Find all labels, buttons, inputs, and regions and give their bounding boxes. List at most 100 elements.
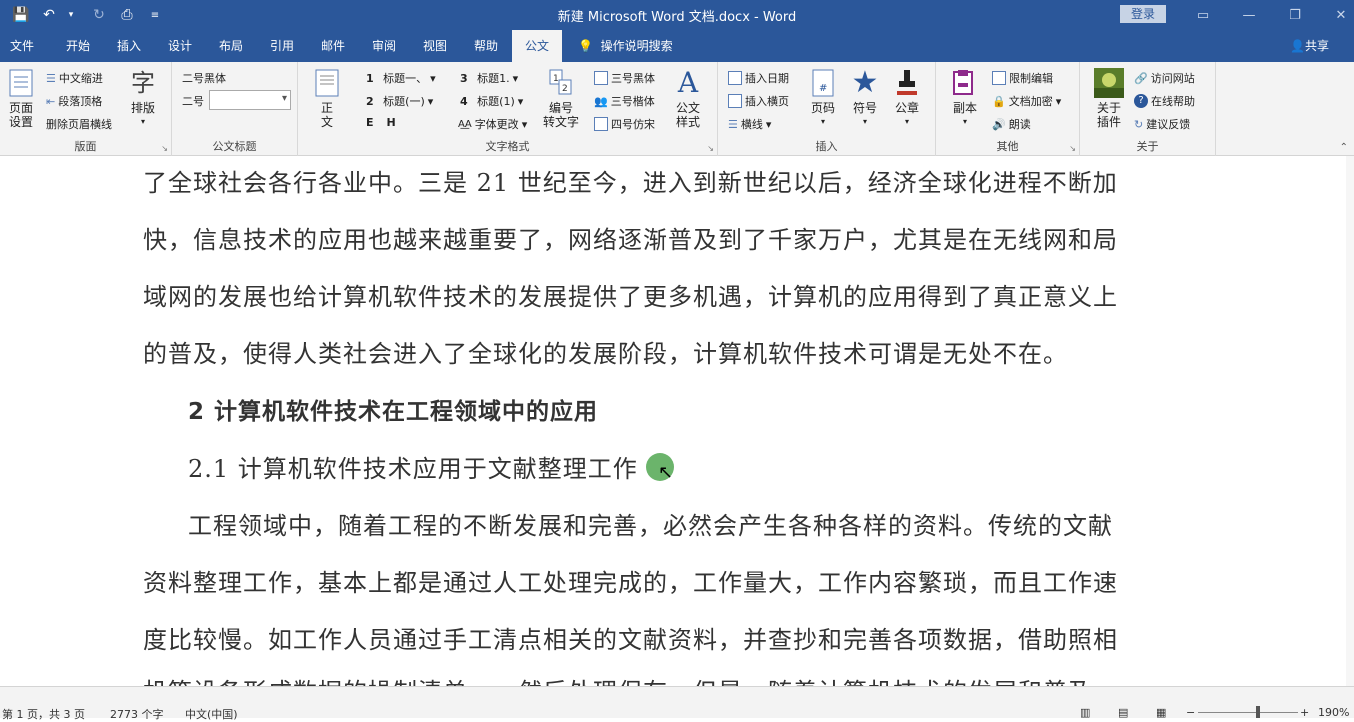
heading-section-2[interactable]: 2 计算机软件技术在工程领域中的应用 (188, 392, 598, 426)
heading2-button[interactable]: 2 标题(一) ▾ (366, 93, 433, 109)
tab-gongwen[interactable]: 公文 (512, 30, 562, 62)
title-size-combo[interactable] (209, 90, 291, 110)
align-buttons[interactable]: Ε H (366, 116, 396, 129)
vertical-scrollbar[interactable] (1346, 156, 1354, 686)
online-help-button[interactable]: ? 在线帮助 (1134, 93, 1195, 109)
web-layout-icon[interactable]: ▦ (1156, 706, 1166, 719)
zhengwen-button[interactable]: 正 文 (312, 68, 342, 129)
style-a-icon: A (677, 66, 699, 99)
align-e-icon[interactable]: Ε (366, 116, 374, 129)
collapse-ribbon-icon[interactable]: ⌃ (1340, 142, 1348, 153)
align-h-icon[interactable]: H (387, 116, 396, 129)
about-plugin-button[interactable]: 关于 插件 (1090, 68, 1128, 129)
insert-landscape-button[interactable]: 插入横页 (728, 93, 789, 109)
minimize-icon[interactable]: — (1226, 0, 1272, 30)
heading3-button[interactable]: 3 标题1. ▾ (460, 70, 518, 86)
body-line[interactable]: 域网的发展也给计算机软件技术的发展提供了更多机遇，计算机的应用得到了真正意义上 (143, 277, 1118, 312)
share-button[interactable]: 👤共享 (1290, 30, 1329, 62)
zoom-slider[interactable] (1198, 712, 1298, 713)
heading2-label: 标题(一) (383, 95, 425, 108)
tell-me-search[interactable]: 💡 操作说明搜索 (578, 30, 673, 62)
font3-button[interactable]: 四号仿宋 (594, 116, 655, 132)
hline-button[interactable]: ☰ 横线 ▾ (728, 116, 771, 132)
heading4-dropdown-icon: ▾ (517, 94, 524, 108)
body-line[interactable]: 工程领域中，随着工程的不断发展和完善，必然会产生各种各样的资料。传统的文献 (188, 506, 1113, 541)
heading1-button[interactable]: 1 标题一、 ▾ (366, 70, 436, 86)
feedback-button[interactable]: ↻ 建议反馈 (1134, 116, 1190, 132)
zhengwen-label: 正 文 (320, 101, 333, 129)
read-aloud-button[interactable]: 🔊 朗读 (992, 116, 1031, 132)
page-setup-button[interactable]: 页面 设置 (4, 68, 38, 129)
restrict-edit-button[interactable]: 限制编辑 (992, 70, 1053, 86)
seal-button[interactable]: 公章 ▾ (890, 68, 924, 129)
zi-icon: 字 (131, 69, 155, 97)
tab-references[interactable]: 引用 (256, 30, 308, 62)
doc-icon-2 (594, 117, 608, 131)
gongwen-style-button[interactable]: A 公文 样式 (670, 66, 706, 130)
page-count[interactable]: 第 1 页，共 3 页 (2, 706, 85, 722)
restore-icon[interactable]: ❐ (1272, 0, 1318, 30)
print-layout-icon[interactable]: ▤ (1118, 706, 1128, 719)
font1-label: 三号黑体 (611, 72, 655, 85)
paragraph-top-button[interactable]: ⇤ 段落顶格 (46, 93, 102, 109)
about-plugin-label: 关于 插件 (1096, 101, 1121, 129)
online-help-label: 在线帮助 (1151, 95, 1195, 108)
title-font-label[interactable]: 二号黑体 (182, 70, 226, 86)
ribbon-display-icon[interactable]: ▭ (1180, 0, 1226, 30)
font2-button[interactable]: 👥 三号楷体 (594, 93, 655, 109)
tab-insert[interactable]: 插入 (104, 30, 154, 62)
star-icon: ★ (851, 65, 879, 100)
document-area[interactable]: 了全球社会各行各业中。三是 21 世纪至今，进入到新世纪以后，经济全球化进程不断… (0, 156, 1354, 686)
font1-button[interactable]: 三号黑体 (594, 70, 655, 86)
visit-site-button[interactable]: 🔗 访问网站 (1134, 70, 1195, 86)
body-line[interactable]: 度比较慢。如工作人员通过手工清点相关的文献资料，并查抄和完善各项数据，借助照相 (143, 620, 1118, 655)
body-line[interactable]: 资料整理工作，基本上都是通过人工处理完成的，工作量大，工作内容繁琐，而且工作速 (143, 563, 1118, 598)
tab-help[interactable]: 帮助 (460, 30, 512, 62)
body-line[interactable]: 了全球社会各行各业中。三是 21 世纪至今，进入到新世纪以后，经济全球化进程不断… (143, 163, 1118, 198)
tab-mailings[interactable]: 邮件 (308, 30, 358, 62)
heading1-label: 标题一、 (383, 72, 428, 85)
delete-header-line-label: 删除页眉横线 (46, 118, 112, 131)
dialog-launcher-icon[interactable]: ↘ (161, 144, 168, 153)
encrypt-button[interactable]: 🔒 文档加密 ▾ (992, 93, 1061, 109)
tab-review[interactable]: 审阅 (358, 30, 410, 62)
body-line[interactable]: 的普及，使得人类社会进入了全球化的发展阶段，计算机软件技术可谓是无处不在。 (143, 334, 1068, 369)
delete-header-line-button[interactable]: 删除页眉横线 (46, 116, 112, 132)
numbering-to-text-button[interactable]: 12 编号 转文字 (542, 68, 580, 129)
text-doc-icon (312, 68, 342, 98)
copy-button[interactable]: 副本 ▾ (946, 68, 984, 129)
body-line[interactable]: 机等设备形成数据的操制清单……然后处理保存。但是，随着计算机技术的发展和普及 (143, 672, 1093, 686)
zoom-slider-thumb[interactable] (1256, 706, 1260, 718)
insert-date-button[interactable]: 插入日期 (728, 70, 789, 86)
symbol-button[interactable]: ★ 符号 ▾ (848, 68, 882, 129)
link-icon: 🔗 (1134, 71, 1148, 85)
tab-home[interactable]: 开始 (52, 30, 104, 62)
symbol-dropdown-icon: ▾ (862, 117, 867, 126)
read-mode-icon[interactable]: ▥ (1080, 706, 1090, 719)
page-number-button[interactable]: # 页码 ▾ (806, 68, 840, 129)
word-count[interactable]: 2773 个字 (110, 706, 164, 722)
zoom-level[interactable]: 190% (1318, 706, 1349, 719)
tab-file[interactable]: 文件 (0, 30, 44, 62)
tell-me-label: 操作说明搜索 (600, 39, 673, 53)
body-line[interactable]: 快，信息技术的应用也越来越重要了，网络逐渐普及到了千家万户，尤其是在无线网和局 (143, 220, 1118, 255)
tab-view[interactable]: 视图 (410, 30, 460, 62)
heading-section-2-1[interactable]: 2.1 计算机软件技术应用于文献整理工作 (188, 449, 638, 484)
speaker-icon: 🔊 (992, 117, 1006, 131)
copy-label: 副本 (952, 101, 977, 115)
dialog-launcher-icon-3[interactable]: ↘ (1069, 144, 1076, 153)
dialog-launcher-icon-2[interactable]: ↘ (707, 144, 714, 153)
close-icon[interactable]: ✕ (1318, 0, 1354, 30)
language[interactable]: 中文(中国) (185, 706, 238, 722)
heading4-button[interactable]: 4 标题(1) ▾ (460, 93, 523, 109)
tab-design[interactable]: 设计 (154, 30, 206, 62)
zoom-out-icon[interactable]: − (1186, 706, 1195, 719)
lock-icon: 🔒 (992, 94, 1006, 108)
mouse-pointer-icon: ↖ (658, 462, 674, 483)
font-change-button[interactable]: A͟A 字体更改 ▾ (458, 116, 527, 132)
chinese-indent-button[interactable]: ☰ 中文缩进 (46, 70, 103, 86)
tab-layout[interactable]: 布局 (206, 30, 256, 62)
login-button[interactable]: 登录 (1120, 5, 1166, 23)
paiban-button[interactable]: 字 排版 ▾ (126, 68, 160, 129)
zoom-in-icon[interactable]: + (1300, 706, 1309, 719)
